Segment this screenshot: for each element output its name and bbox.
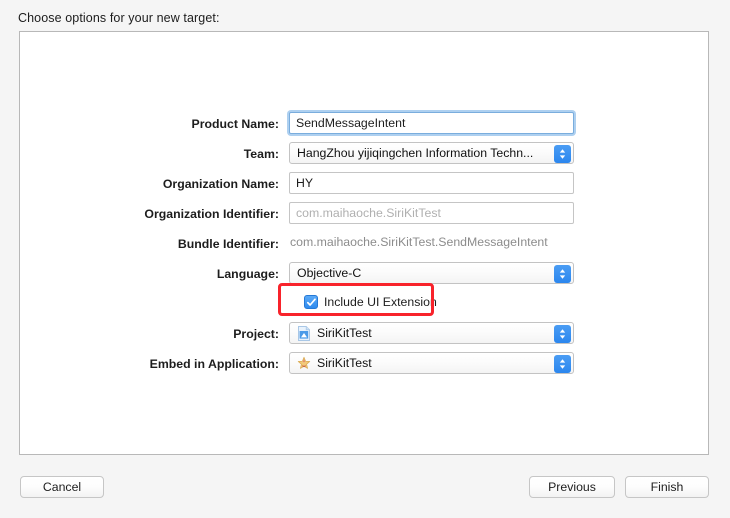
- language-dropdown[interactable]: Objective-C: [289, 262, 574, 284]
- field-row-bundle-identifier: Bundle Identifier: com.maihaoche.SiriKit…: [20, 232, 708, 262]
- language-dropdown-value: Objective-C: [297, 263, 361, 283]
- chevron-updown-icon[interactable]: [554, 325, 571, 343]
- chevron-updown-icon[interactable]: [554, 265, 571, 283]
- field-row-include-ui-extension: Include UI Extension: [20, 292, 708, 322]
- project-dropdown[interactable]: SiriKitTest: [289, 322, 574, 344]
- previous-button[interactable]: Previous: [529, 476, 615, 498]
- project-dropdown-value: SiriKitTest: [317, 323, 372, 343]
- organization-name-input[interactable]: HY: [289, 172, 574, 194]
- finish-button[interactable]: Finish: [625, 476, 709, 498]
- label-embed-in-application: Embed in Application:: [20, 353, 279, 375]
- dialog-footer: Cancel Previous Finish: [0, 476, 730, 518]
- cancel-button[interactable]: Cancel: [20, 476, 104, 498]
- page-title: Choose options for your new target:: [18, 11, 220, 25]
- field-row-team: Team: HangZhou yijiqingchen Information …: [20, 142, 708, 172]
- field-row-embed-in-application: Embed in Application: SiriKitTest: [20, 352, 708, 382]
- team-dropdown[interactable]: HangZhou yijiqingchen Information Techn.…: [289, 142, 574, 164]
- label-team: Team:: [20, 143, 279, 165]
- chevron-updown-icon[interactable]: [554, 355, 571, 373]
- control-embed-in-application: SiriKitTest: [289, 352, 574, 374]
- include-ui-extension-checkbox[interactable]: Include UI Extension: [304, 295, 437, 309]
- team-dropdown-value: HangZhou yijiqingchen Information Techn.…: [297, 143, 533, 163]
- label-product-name: Product Name:: [20, 113, 279, 135]
- organization-identifier-input[interactable]: com.maihaoche.SiriKitTest: [289, 202, 574, 224]
- target-options-panel: Product Name: SendMessageIntent Team: Ha…: [19, 31, 709, 455]
- xcode-project-icon: [297, 326, 311, 341]
- control-project: SiriKitTest: [289, 322, 574, 344]
- control-organization-name: HY: [289, 172, 574, 194]
- control-product-name: SendMessageIntent: [289, 112, 574, 134]
- control-organization-identifier: com.maihaoche.SiriKitTest: [289, 202, 574, 224]
- embed-in-application-dropdown-value: SiriKitTest: [317, 353, 372, 373]
- label-language: Language:: [20, 263, 279, 285]
- control-bundle-identifier: com.maihaoche.SiriKitTest.SendMessageInt…: [289, 232, 590, 254]
- label-organization-name: Organization Name:: [20, 173, 279, 195]
- label-bundle-identifier: Bundle Identifier:: [20, 233, 279, 255]
- field-row-project: Project: SiriKitTest: [20, 322, 708, 352]
- include-ui-extension-label: Include UI Extension: [324, 295, 437, 309]
- chevron-updown-icon[interactable]: [554, 145, 571, 163]
- field-row-organization-name: Organization Name: HY: [20, 172, 708, 202]
- bundle-identifier-value: com.maihaoche.SiriKitTest.SendMessageInt…: [289, 232, 590, 254]
- xcode-app-icon: [297, 356, 311, 371]
- control-team: HangZhou yijiqingchen Information Techn.…: [289, 142, 574, 164]
- field-row-organization-identifier: Organization Identifier: com.maihaoche.S…: [20, 202, 708, 232]
- label-organization-identifier: Organization Identifier:: [20, 203, 279, 225]
- product-name-input[interactable]: SendMessageIntent: [289, 112, 574, 134]
- checkmark-icon: [304, 295, 318, 309]
- label-project: Project:: [20, 323, 279, 345]
- control-language: Objective-C: [289, 262, 574, 284]
- embed-in-application-dropdown[interactable]: SiriKitTest: [289, 352, 574, 374]
- field-row-language: Language: Objective-C: [20, 262, 708, 292]
- target-options-form: Product Name: SendMessageIntent Team: Ha…: [20, 112, 708, 382]
- field-row-product-name: Product Name: SendMessageIntent: [20, 112, 708, 142]
